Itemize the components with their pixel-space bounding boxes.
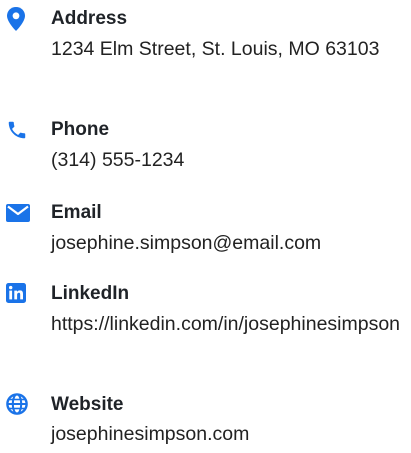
contact-item-website: Website josephinesimpson.com [0,386,411,453]
website-label: Website [51,394,124,415]
globe-icon [6,392,32,416]
email-label: Email [51,202,102,223]
contact-item-phone: Phone (314) 555-1234 [0,110,411,185]
phone-value[interactable]: (314) 555-1234 [51,147,406,174]
contact-item-address: Address 1234 Elm Street, St. Louis, MO 6… [0,0,411,105]
contact-item-email: Email josephine.simpson@email.com [0,195,411,270]
linkedin-label: LinkedIn [51,283,130,304]
envelope-icon [6,201,32,225]
email-value[interactable]: josephine.simpson@email.com [51,230,406,257]
address-value: 1234 Elm Street, St. Louis, MO 63103 [51,38,380,60]
linkedin-icon [6,281,32,305]
contact-list: Address 1234 Elm Street, St. Louis, MO 6… [0,0,411,453]
website-value[interactable]: josephinesimpson.com [51,421,406,448]
address-label: Address [51,8,128,29]
contact-item-linkedin: LinkedIn https://linkedin.com/in/josephi… [0,276,411,381]
phone-icon [6,118,32,142]
linkedin-value[interactable]: https://linkedin.com/in/josephinesimpson [51,311,406,338]
phone-label: Phone [51,119,110,140]
map-pin-icon [6,7,32,31]
